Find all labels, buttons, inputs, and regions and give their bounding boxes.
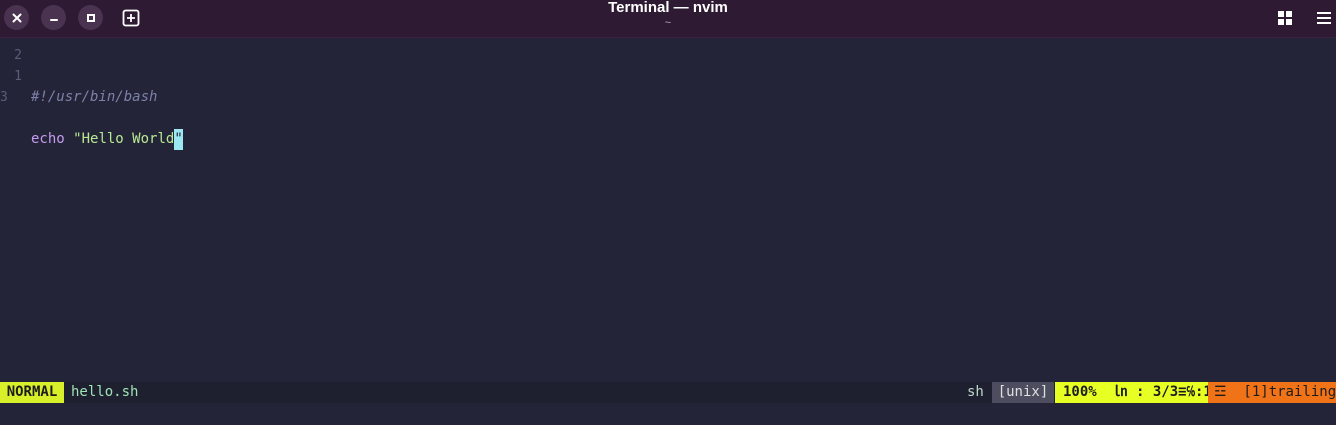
status-line: NORMAL hello.sh sh [unix] 100% ㏑ : 3/3≡℅… [0, 382, 1336, 403]
keyword-echo: echo [31, 131, 65, 147]
shebang-text: #!/usr/bin/bash [31, 89, 158, 105]
window-title: Terminal — nvim [608, 0, 728, 16]
line-number: 3 [0, 90, 8, 105]
code-line: 2 #!/usr/bin/bash [0, 45, 157, 105]
line-number: 2 [14, 48, 22, 63]
grid-view-icon [1278, 11, 1292, 25]
window-title-area: Terminal — nvim ~ [0, 0, 1336, 30]
menu-button[interactable] [1313, 7, 1335, 29]
command-line[interactable] [0, 403, 1336, 425]
file-name: hello.sh [71, 384, 139, 400]
code-line: 1 [0, 66, 34, 87]
cursor-position: 100% ㏑ : 3/3≡℅:18 [1055, 382, 1220, 403]
code-text: echo "Hello World" [31, 129, 183, 150]
window-subtitle: ~ [664, 17, 672, 29]
grid-view-button[interactable] [1274, 7, 1296, 29]
line-number: 1 [14, 69, 22, 84]
text-cursor: " [174, 129, 183, 150]
file-type: sh [967, 384, 984, 400]
file-format: [unix] [992, 382, 1054, 403]
trailing-whitespace-warning: ☲ [1]trailing [1208, 382, 1336, 403]
title-bar: Terminal — nvim ~ [0, 0, 1336, 38]
mode-indicator: NORMAL [0, 382, 64, 403]
code-line: 3 echo "Hello World" [0, 87, 183, 150]
editor-buffer[interactable]: 2 #!/usr/bin/bash 1 3 echo "Hello World" [0, 39, 1336, 382]
string-literal: "Hello World [73, 131, 175, 147]
hamburger-menu-icon [1317, 12, 1331, 24]
